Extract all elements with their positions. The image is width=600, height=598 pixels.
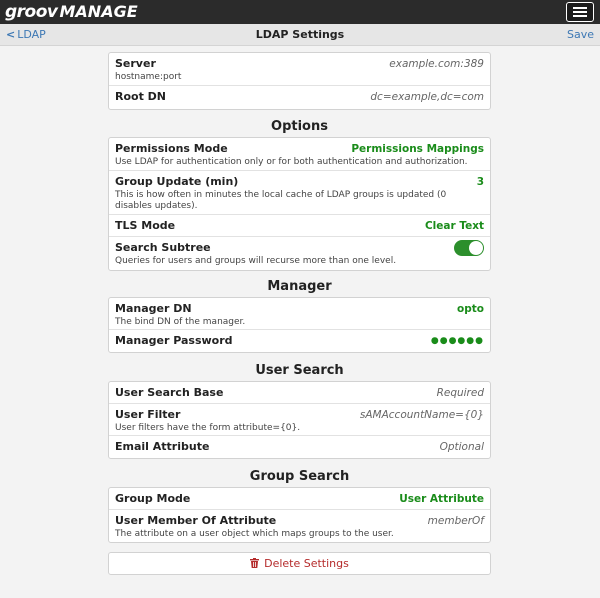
search-subtree-field: Search Subtree Queries for users and gro… xyxy=(109,237,490,270)
user-search-base-placeholder[interactable]: Required xyxy=(437,386,484,400)
group-search-section-title: Group Search xyxy=(249,469,350,484)
email-attribute-placeholder[interactable]: Optional xyxy=(440,440,484,454)
save-button[interactable]: Save xyxy=(567,28,594,41)
user-search-group: User Search Base Required User Filter Us… xyxy=(108,381,491,459)
user-search-base-field[interactable]: User Search Base Required xyxy=(109,382,490,404)
user-member-of-field[interactable]: User Member Of Attribute The attribute o… xyxy=(109,510,490,542)
user-member-of-placeholder[interactable]: memberOf xyxy=(428,514,484,528)
root-dn-input-placeholder[interactable]: dc=example,dc=com xyxy=(370,90,484,104)
group-update-value[interactable]: 3 xyxy=(477,175,484,189)
delete-settings-button[interactable]: Delete Settings xyxy=(108,552,491,575)
tls-mode-value[interactable]: Clear Text xyxy=(425,219,484,233)
manager-dn-field[interactable]: Manager DN The bind DN of the manager. o… xyxy=(109,298,490,330)
server-input-placeholder[interactable]: example.com:389 xyxy=(389,57,484,71)
server-settings-group: Server hostname:port example.com:389 Roo… xyxy=(108,52,491,110)
root-dn-field[interactable]: Root DN dc=example,dc=com xyxy=(109,86,490,109)
delete-settings-label: Delete Settings xyxy=(264,557,349,570)
manager-password-field[interactable]: Manager Password ●●●●●● xyxy=(109,330,490,352)
logo-text-manage: MANAGE xyxy=(59,2,138,21)
user-search-base-label: User Search Base xyxy=(115,386,224,399)
group-search-group: Group Mode User Attribute User Member Of… xyxy=(108,487,491,543)
tls-mode-field[interactable]: TLS Mode Clear Text xyxy=(109,215,490,237)
email-attribute-label: Email Attribute xyxy=(115,440,210,453)
email-attribute-field[interactable]: Email Attribute Optional xyxy=(109,436,490,458)
logo-text-groov: groov xyxy=(5,2,58,22)
search-subtree-label: Search Subtree xyxy=(115,241,211,254)
manager-section-title: Manager xyxy=(267,279,332,294)
manager-dn-label: Manager DN xyxy=(115,302,192,315)
manager-password-value[interactable]: ●●●●●● xyxy=(431,334,484,348)
options-section-title: Options xyxy=(271,119,328,134)
options-group: Permissions Mode Use LDAP for authentica… xyxy=(108,137,491,271)
hamburger-icon-line xyxy=(573,7,587,9)
group-update-field[interactable]: Group Update (min) This is how often in … xyxy=(109,171,490,215)
group-update-label: Group Update (min) xyxy=(115,175,239,188)
hamburger-icon-line xyxy=(573,11,587,13)
user-search-section-title: User Search xyxy=(255,363,344,378)
server-description: hostname:port xyxy=(115,72,182,82)
manager-dn-value[interactable]: opto xyxy=(457,302,484,316)
manager-password-label: Manager Password xyxy=(115,334,233,347)
group-mode-field[interactable]: Group Mode User Attribute xyxy=(109,488,490,510)
manager-dn-description: The bind DN of the manager. xyxy=(115,317,246,327)
user-filter-placeholder[interactable]: sAMAccountName={0} xyxy=(360,408,484,422)
hamburger-menu-button[interactable] xyxy=(566,2,594,22)
permissions-mode-value[interactable]: Permissions Mappings xyxy=(351,142,484,156)
search-subtree-toggle[interactable] xyxy=(454,240,484,256)
top-bar: groov MANAGE xyxy=(0,0,600,24)
toggle-knob xyxy=(469,241,483,255)
trash-icon xyxy=(250,558,260,568)
user-filter-field[interactable]: User Filter User filters have the form a… xyxy=(109,404,490,436)
nav-bar: < LDAP LDAP Settings Save xyxy=(0,24,600,46)
app-logo[interactable]: groov MANAGE xyxy=(5,2,138,22)
permissions-mode-field[interactable]: Permissions Mode Use LDAP for authentica… xyxy=(109,138,490,171)
permissions-mode-description: Use LDAP for authentication only or for … xyxy=(115,157,468,167)
group-update-description: This is how often in minutes the local c… xyxy=(115,190,447,211)
server-field[interactable]: Server hostname:port example.com:389 xyxy=(109,53,490,86)
manager-group: Manager DN The bind DN of the manager. o… xyxy=(108,297,491,353)
user-filter-description: User filters have the form attribute={0}… xyxy=(115,423,301,433)
group-mode-value[interactable]: User Attribute xyxy=(399,492,484,506)
page-title: LDAP Settings xyxy=(255,28,345,41)
user-member-of-description: The attribute on a user object which map… xyxy=(115,529,394,539)
search-subtree-description: Queries for users and groups will recurs… xyxy=(115,256,397,266)
hamburger-icon-line xyxy=(573,15,587,17)
